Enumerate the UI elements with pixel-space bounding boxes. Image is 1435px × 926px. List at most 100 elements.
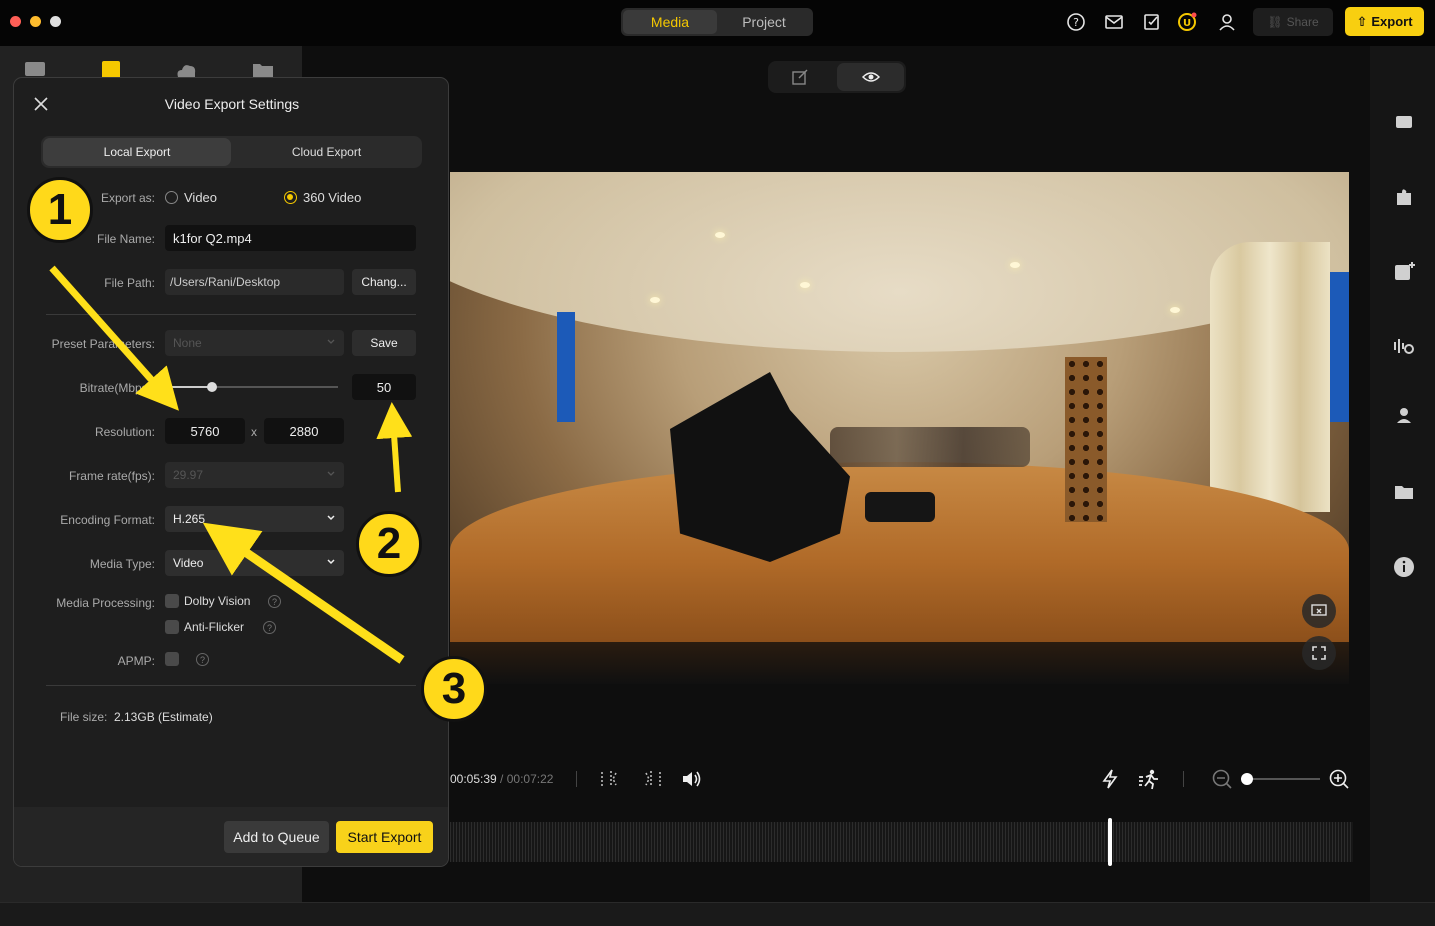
ceiling-lamp	[650, 297, 660, 303]
resolution-separator: x	[251, 425, 257, 439]
encoding-format-select[interactable]: H.265	[165, 506, 344, 532]
file-name-input[interactable]: k1for Q2.mp4	[165, 225, 416, 251]
divider	[46, 314, 416, 315]
tab-media[interactable]: Media	[623, 10, 717, 34]
volume-icon[interactable]	[681, 768, 703, 790]
dolby-vision-label: Dolby Vision	[184, 594, 251, 608]
audio-settings-icon[interactable]	[1392, 334, 1416, 358]
help-icon[interactable]: ?	[1066, 12, 1086, 32]
title-bar: Media Project ? U ⛓ Share ⇧ Export	[0, 0, 1435, 46]
plugin-icon[interactable]	[1392, 185, 1416, 209]
total-time: 00:07:22	[506, 772, 554, 786]
account-icon[interactable]	[1217, 12, 1237, 32]
ceiling-lamp	[800, 282, 810, 288]
split-left-icon[interactable]	[600, 768, 622, 790]
frame-rate-select[interactable]: 29.97	[165, 462, 344, 488]
timeline-track[interactable]	[450, 822, 1353, 862]
fullscreen-button[interactable]	[1302, 636, 1336, 670]
ceiling-lamp	[715, 232, 725, 238]
divider	[576, 771, 577, 787]
bitrate-slider-fill	[170, 386, 212, 388]
anti-flicker-checkbox[interactable]	[165, 620, 179, 634]
preset-select[interactable]: None	[165, 330, 344, 356]
anti-flicker-label: Anti-Flicker	[184, 620, 245, 634]
zoom-out-icon[interactable]	[1211, 768, 1233, 790]
share-button[interactable]: ⛓ Share	[1253, 8, 1333, 36]
ceiling-lamp	[1170, 307, 1180, 313]
folder-icon[interactable]	[1392, 480, 1416, 504]
step-badge-2: 2	[356, 511, 422, 577]
zoom-in-icon[interactable]	[1328, 768, 1350, 790]
bitrate-input[interactable]: 50	[352, 374, 416, 400]
encoding-format-value: H.265	[173, 512, 206, 526]
tab-project[interactable]: Project	[717, 10, 811, 34]
help-icon[interactable]: ?	[268, 595, 281, 608]
ceiling-lamp	[1010, 262, 1020, 268]
panorama-preview[interactable]	[450, 172, 1349, 684]
minimize-window-button[interactable]	[30, 16, 41, 27]
window-left	[557, 312, 575, 422]
file-size-value: 2.13GB (Estimate)	[114, 710, 213, 724]
chevron-down-icon	[327, 471, 335, 476]
screen-icon	[1311, 604, 1327, 616]
radio-video[interactable]	[165, 191, 178, 204]
change-path-button[interactable]: Chang...	[352, 269, 416, 295]
apmp-label: APMP:	[117, 654, 155, 668]
running-man-icon[interactable]	[1138, 768, 1160, 790]
exit-preview-button[interactable]	[1302, 594, 1336, 628]
apmp-checkbox[interactable]	[165, 652, 179, 666]
export-as-label: Export as:	[100, 191, 155, 205]
zoom-slider-track[interactable]	[1244, 778, 1320, 780]
media-processing-label: Media Processing:	[56, 596, 155, 610]
resolution-width-input[interactable]: 5760	[165, 418, 245, 444]
bitrate-slider-track[interactable]	[170, 386, 338, 388]
media-type-value: Video	[173, 556, 204, 570]
eye-icon[interactable]	[862, 69, 880, 85]
view-toggle	[768, 61, 906, 93]
close-window-button[interactable]	[10, 16, 21, 27]
chevron-down-icon	[327, 559, 335, 565]
edit-icon[interactable]	[792, 69, 808, 85]
start-export-button[interactable]: Start Export	[336, 821, 433, 853]
playhead[interactable]	[1108, 818, 1112, 866]
file-path-field[interactable]: /Users/Rani/Desktop	[165, 269, 344, 295]
help-icon[interactable]: ?	[196, 653, 209, 666]
frame-rate-value: 29.97	[173, 468, 204, 482]
step-badge-3: 3	[421, 656, 487, 722]
tab-cloud-export[interactable]: Cloud Export	[233, 138, 420, 166]
resolution-label: Resolution:	[94, 425, 155, 439]
resolution-height-input[interactable]: 2880	[264, 418, 344, 444]
save-preset-button[interactable]: Save	[352, 330, 416, 356]
file-path-label: File Path:	[104, 276, 155, 290]
bitrate-slider-handle[interactable]	[207, 382, 217, 392]
camera-icon[interactable]	[1392, 110, 1416, 134]
mail-icon[interactable]	[1104, 12, 1124, 32]
piano-bench	[865, 492, 935, 522]
lightning-icon[interactable]	[1099, 768, 1121, 790]
zoom-window-button[interactable]	[50, 16, 61, 27]
frame-rate-label: Frame rate(fps):	[68, 469, 155, 483]
split-right-icon[interactable]	[640, 768, 662, 790]
coins-icon[interactable]: U	[1177, 12, 1197, 32]
timecode: 00:05:39 / 00:07:22	[450, 772, 553, 786]
file-name-label: File Name:	[96, 232, 155, 246]
help-icon[interactable]: ?	[263, 621, 276, 634]
add-video-icon[interactable]	[1392, 260, 1416, 284]
tab-local-export[interactable]: Local Export	[43, 138, 231, 166]
preset-value: None	[173, 336, 202, 350]
bitrate-label: Bitrate(Mbps):	[79, 381, 155, 395]
upload-icon: ⇧	[1356, 13, 1368, 29]
zoom-slider-handle[interactable]	[1241, 773, 1253, 785]
media-type-select[interactable]: Video	[165, 550, 344, 576]
radio-360-video[interactable]	[284, 191, 297, 204]
info-icon[interactable]	[1392, 555, 1416, 579]
add-to-queue-button[interactable]: Add to Queue	[224, 821, 329, 853]
time-separator: /	[496, 772, 507, 786]
share-label: Share	[1286, 15, 1319, 29]
export-button[interactable]: ⇧ Export	[1345, 7, 1424, 36]
dolby-vision-checkbox[interactable]	[165, 594, 179, 608]
user-icon[interactable]	[1392, 405, 1416, 429]
link-icon: ⛓	[1267, 15, 1283, 29]
edit-note-icon[interactable]	[1142, 12, 1162, 32]
preset-label: Preset Parameters:	[51, 337, 155, 351]
